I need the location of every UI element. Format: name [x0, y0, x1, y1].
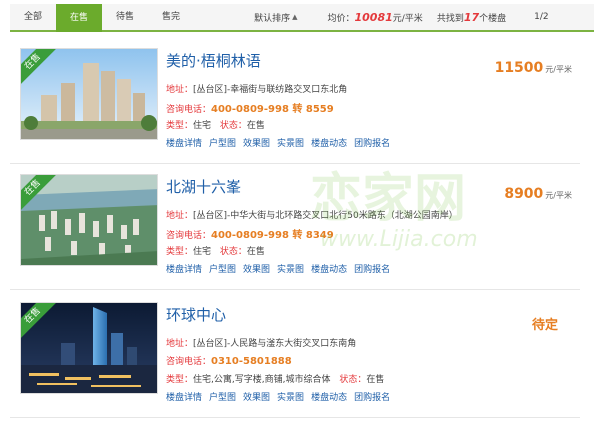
link-renderings[interactable]: 效果图 — [243, 393, 270, 403]
status-value: 在售 — [366, 375, 385, 385]
listing-type-status: 类型：住宅,公寓,写字楼,商铺,城市综合体 状态：在售 — [166, 372, 384, 385]
listing-item: 在售 环球中心 地址：[丛台区]-人民路与滏东大街交叉口东南角 咨询电话：031… — [10, 292, 580, 418]
status-value: 在售 — [246, 121, 265, 131]
link-floorplans[interactable]: 户型图 — [209, 393, 236, 403]
link-group-buy[interactable]: 团购报名 — [354, 265, 390, 275]
phone-value: 400-0809-998 转 8349 — [211, 230, 334, 241]
address-value: [丛台区]-幸福街与联纺路交叉口东北角 — [193, 85, 348, 95]
type-value: 住宅 — [193, 121, 212, 131]
address-value: [丛台区]-中华大街与北环路交叉口北行50米路东（北湖公园南岸） — [193, 211, 458, 221]
status-label: 状态： — [219, 121, 247, 131]
listing-phone: 咨询电话：400-0809-998 转 8559 — [166, 100, 334, 115]
listing-type-status: 类型：住宅 状态：在售 — [166, 118, 265, 131]
link-group-buy[interactable]: 团购报名 — [354, 393, 390, 403]
address-label: 地址： — [166, 211, 194, 221]
link-details[interactable]: 楼盘详情 — [166, 265, 202, 275]
listing-links: 楼盘详情 户型图 效果图 实景图 楼盘动态 团购报名 — [166, 136, 397, 149]
tab-on-sale[interactable]: 在售 — [56, 4, 103, 32]
phone-value: 400-0809-998 转 8559 — [211, 104, 334, 115]
link-renderings[interactable]: 效果图 — [243, 265, 270, 275]
price-unit: 元/平米 — [545, 191, 572, 200]
link-photos[interactable]: 实景图 — [277, 139, 304, 149]
average-price-unit: 元/平米 — [392, 13, 423, 24]
filter-bar: 全部 在售 待售 售完 默认排序 ▲ 均价：10081元/平米 共找到17个楼盘… — [10, 4, 594, 32]
listing-price: 11500 元/平米 — [495, 60, 572, 76]
result-count: 共找到17个楼盘 — [437, 11, 506, 24]
link-details[interactable]: 楼盘详情 — [166, 139, 202, 149]
status-label: 状态： — [339, 375, 367, 385]
link-floorplans[interactable]: 户型图 — [209, 265, 236, 275]
average-price: 均价：10081元/平米 — [327, 11, 422, 24]
listing-address: 地址：[丛台区]-中华大街与北环路交叉口北行50米路东（北湖公园南岸） — [166, 208, 458, 221]
listing-item: 在售 北湖十六峯 地址：[丛台区]-中华大街与北环路交叉口北行50米路东（北湖公… — [10, 164, 580, 290]
page-indicator[interactable]: 1/2 — [534, 12, 548, 22]
link-news[interactable]: 楼盘动态 — [311, 265, 347, 275]
link-news[interactable]: 楼盘动态 — [311, 139, 347, 149]
tab-sold-out[interactable]: 售完 — [148, 4, 194, 30]
type-label: 类型： — [166, 121, 194, 131]
phone-label: 咨询电话： — [166, 231, 212, 241]
sort-arrow-icon: ▲ — [292, 13, 298, 21]
link-renderings[interactable]: 效果图 — [243, 139, 270, 149]
address-label: 地址： — [166, 85, 194, 95]
link-group-buy[interactable]: 团购报名 — [354, 139, 390, 149]
type-label: 类型： — [166, 247, 194, 257]
sort-label: 默认排序 — [254, 13, 291, 24]
listing-address: 地址：[丛台区]-幸福街与联纺路交叉口东北角 — [166, 82, 347, 95]
result-count-value: 17 — [463, 10, 480, 24]
status-value: 在售 — [246, 247, 265, 257]
listing-name[interactable]: 环球中心 — [166, 304, 226, 325]
address-label: 地址： — [166, 339, 194, 349]
listing-phone: 咨询电话：400-0809-998 转 8349 — [166, 226, 334, 241]
type-value: 住宅,公寓,写字楼,商铺,城市综合体 — [193, 375, 331, 385]
price-value: 11500 — [494, 60, 544, 76]
listing-address: 地址：[丛台区]-人民路与滏东大街交叉口东南角 — [166, 336, 356, 349]
listing-name[interactable]: 美的·梧桐林语 — [166, 50, 261, 71]
listing-price: 待定 — [532, 314, 558, 333]
price-value: 待定 — [531, 318, 558, 333]
listing-links: 楼盘详情 户型图 效果图 实景图 楼盘动态 团购报名 — [166, 262, 397, 275]
price-unit: 元/平米 — [545, 65, 572, 74]
listing-photo[interactable]: 在售 — [20, 48, 158, 140]
type-label: 类型： — [166, 375, 194, 385]
listing-phone: 咨询电话：0310-5801888 — [166, 354, 292, 367]
listing-type-status: 类型：住宅 状态：在售 — [166, 244, 265, 257]
link-details[interactable]: 楼盘详情 — [166, 393, 202, 403]
listing-name[interactable]: 北湖十六峯 — [166, 176, 241, 197]
listing-photo[interactable]: 在售 — [20, 174, 158, 266]
sort-dropdown[interactable]: 默认排序 ▲ — [254, 11, 297, 24]
status-label: 状态： — [219, 247, 247, 257]
link-floorplans[interactable]: 户型图 — [209, 139, 236, 149]
phone-value: 0310-5801888 — [211, 356, 292, 367]
type-value: 住宅 — [193, 247, 212, 257]
result-count-suffix: 个楼盘 — [479, 13, 507, 24]
price-value: 8900 — [504, 186, 544, 202]
listing-links: 楼盘详情 户型图 效果图 实景图 楼盘动态 团购报名 — [166, 390, 397, 403]
tab-all[interactable]: 全部 — [10, 4, 56, 30]
address-value: [丛台区]-人民路与滏东大街交叉口东南角 — [193, 339, 357, 349]
link-photos[interactable]: 实景图 — [277, 393, 304, 403]
listing-price: 8900 元/平米 — [504, 186, 572, 202]
result-count-prefix: 共找到 — [436, 13, 464, 24]
average-price-label: 均价： — [327, 13, 355, 24]
average-price-value: 10081 — [354, 10, 393, 24]
listing-item: 在售 美的·梧桐林语 地址：[丛台区]-幸福街与联纺路交叉口东北角 咨询电话：4… — [10, 38, 580, 164]
phone-label: 咨询电话： — [166, 357, 212, 367]
listing-photo[interactable]: 在售 — [20, 302, 158, 394]
phone-label: 咨询电话： — [166, 105, 212, 115]
link-photos[interactable]: 实景图 — [277, 265, 304, 275]
tab-upcoming[interactable]: 待售 — [102, 4, 148, 30]
link-news[interactable]: 楼盘动态 — [311, 393, 347, 403]
